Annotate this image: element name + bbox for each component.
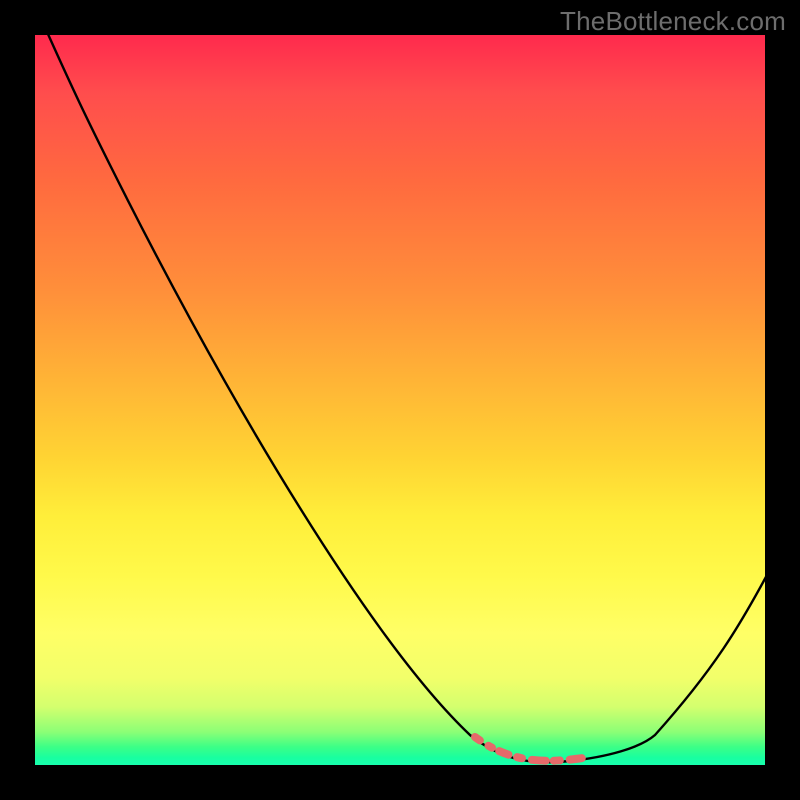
optimal-range-marker xyxy=(475,729,659,761)
watermark-text: TheBottleneck.com xyxy=(560,6,786,37)
bottleneck-curve-layer xyxy=(35,35,765,765)
chart-frame: TheBottleneck.com xyxy=(0,0,800,800)
plot-area xyxy=(35,35,765,765)
bottleneck-curve xyxy=(35,35,765,762)
